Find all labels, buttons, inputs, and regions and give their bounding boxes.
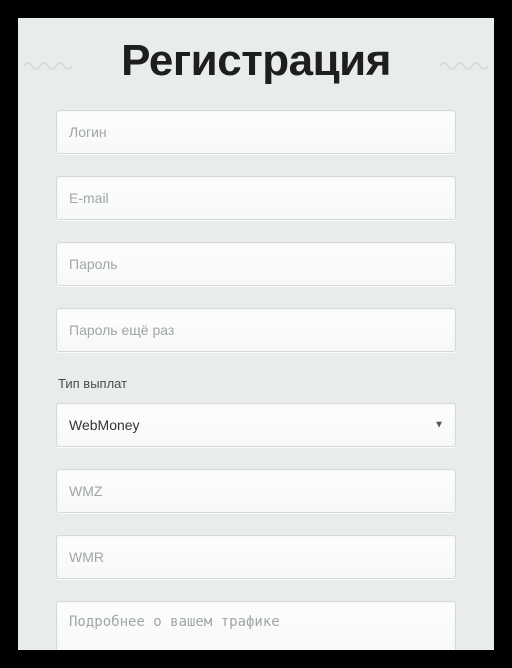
password-input[interactable] <box>56 242 456 286</box>
outer-frame: Регистрация Тип выплат WebMoney ▼ <box>0 0 512 668</box>
login-input[interactable] <box>56 110 456 154</box>
payment-type-select[interactable]: WebMoney <box>56 403 456 447</box>
wmz-input[interactable] <box>56 469 456 513</box>
payment-type-select-wrap: WebMoney ▼ <box>56 403 456 447</box>
wave-decoration-left-icon <box>24 60 72 72</box>
wmr-input[interactable] <box>56 535 456 579</box>
page-title: Регистрация <box>121 36 391 86</box>
header: Регистрация <box>18 18 494 110</box>
password-confirm-input[interactable] <box>56 308 456 352</box>
page-card: Регистрация Тип выплат WebMoney ▼ <box>18 18 494 650</box>
email-input[interactable] <box>56 176 456 220</box>
payment-type-label: Тип выплат <box>58 376 456 391</box>
registration-form: Тип выплат WebMoney ▼ <box>18 110 494 650</box>
wave-decoration-right-icon <box>440 60 488 72</box>
traffic-details-textarea[interactable] <box>56 601 456 650</box>
